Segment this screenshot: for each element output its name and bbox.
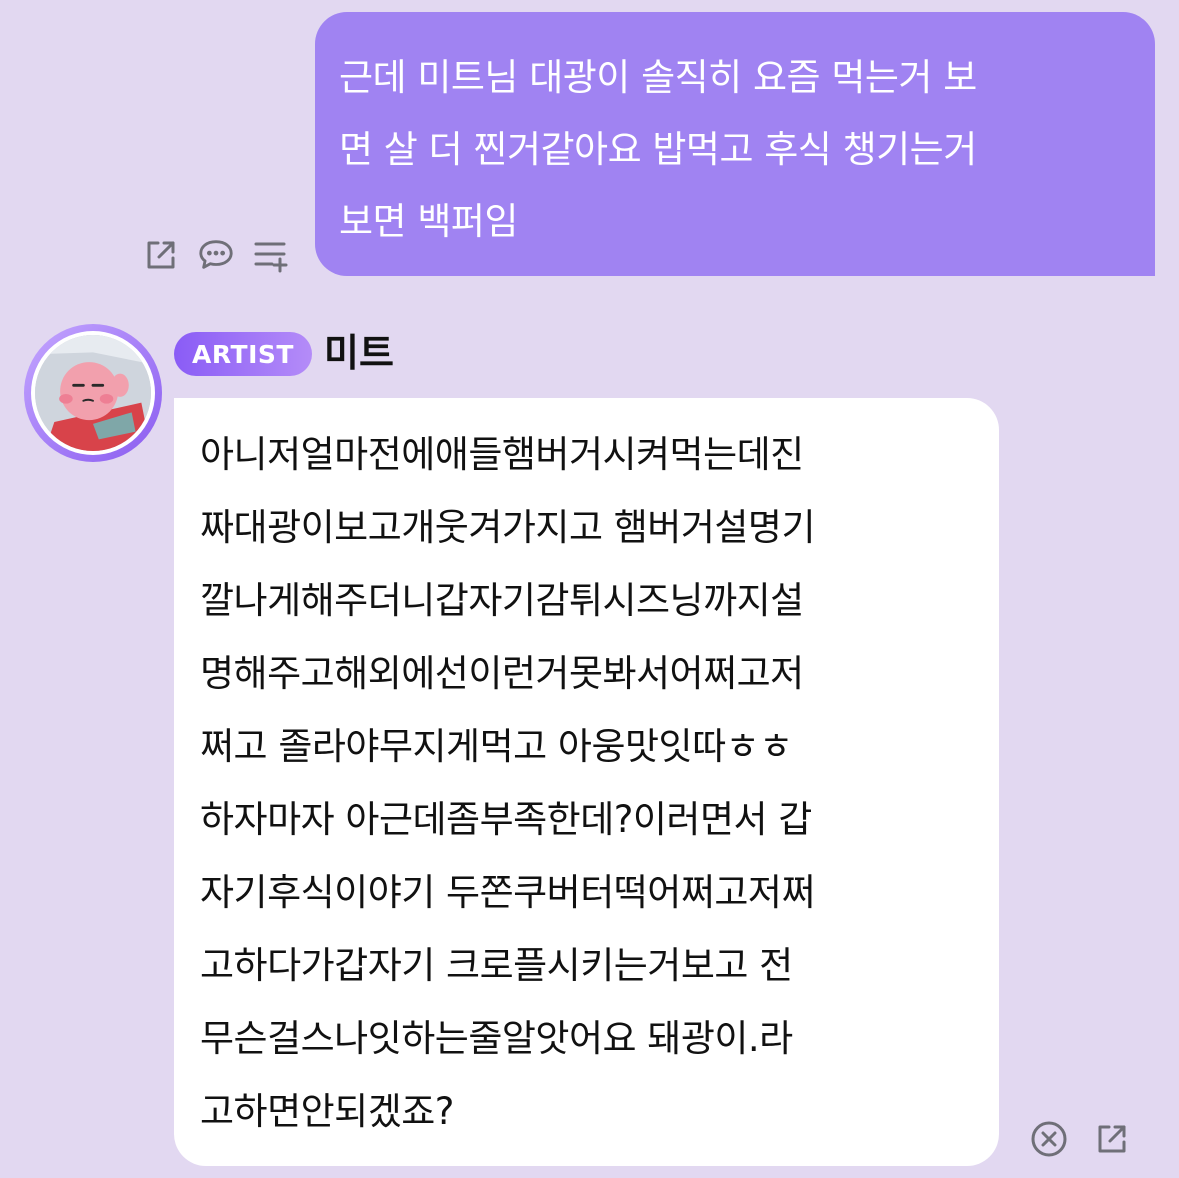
received-message-line: 명해주고해외에선이런거못봐서어쩌고저 [200, 652, 804, 695]
received-message-line: 짜대광이보고개웃겨가지고 햄버거설명기 [200, 506, 815, 549]
sent-message-actions [142, 236, 290, 274]
received-message-actions [1030, 1120, 1131, 1158]
sent-message-line: 보면 백퍼임 [339, 200, 518, 243]
share-icon[interactable] [1093, 1120, 1131, 1158]
share-icon[interactable] [142, 236, 180, 274]
received-message-line: 쩌고 졸라야무지게먹고 아웅맛잇따ㅎㅎ [200, 725, 793, 768]
received-message-line: 아니저얼마전에애들햄버거시켜먹는데진 [200, 433, 804, 476]
reply-icon[interactable] [197, 236, 235, 274]
received-message-line: 무슨걸스나잇하는줄알앗어요 돼광이.라 [200, 1017, 793, 1060]
add-list-icon[interactable] [252, 236, 290, 274]
artist-avatar[interactable] [24, 324, 162, 462]
received-message-line: 고하다가갑자기 크로플시키는거보고 전 [200, 944, 793, 987]
received-message-line: 고하면안되겠죠? [200, 1090, 454, 1133]
received-message-line: 하자마자 아근데좀부족한데?이러면서 갑 [200, 798, 812, 841]
received-message-line: 깔나게해주더니갑자기감튀시즈닝까지설 [200, 579, 804, 622]
sent-message-bubble[interactable]: 근데 미트님 대광이 솔직히 요즘 먹는거 보 면 살 더 찐거같아요 밥먹고 … [315, 12, 1155, 276]
sent-message-line: 근데 미트님 대광이 솔직히 요즘 먹는거 보 [339, 56, 977, 99]
sender-name[interactable]: 미트 [324, 328, 394, 378]
received-message-bubble[interactable]: 아니저얼마전에애들햄버거시켜먹는데진 짜대광이보고개웃겨가지고 햄버거설명기 깔… [174, 398, 999, 1166]
close-circle-icon[interactable] [1030, 1120, 1068, 1158]
avatar-image [35, 335, 151, 451]
sent-message-line: 면 살 더 찐거같아요 밥먹고 후식 챙기는거 [339, 128, 977, 171]
received-message-line: 자기후식이야기 두쫀쿠버터떡어쩌고저쩌 [200, 871, 815, 914]
artist-badge: ARTIST [174, 332, 312, 376]
